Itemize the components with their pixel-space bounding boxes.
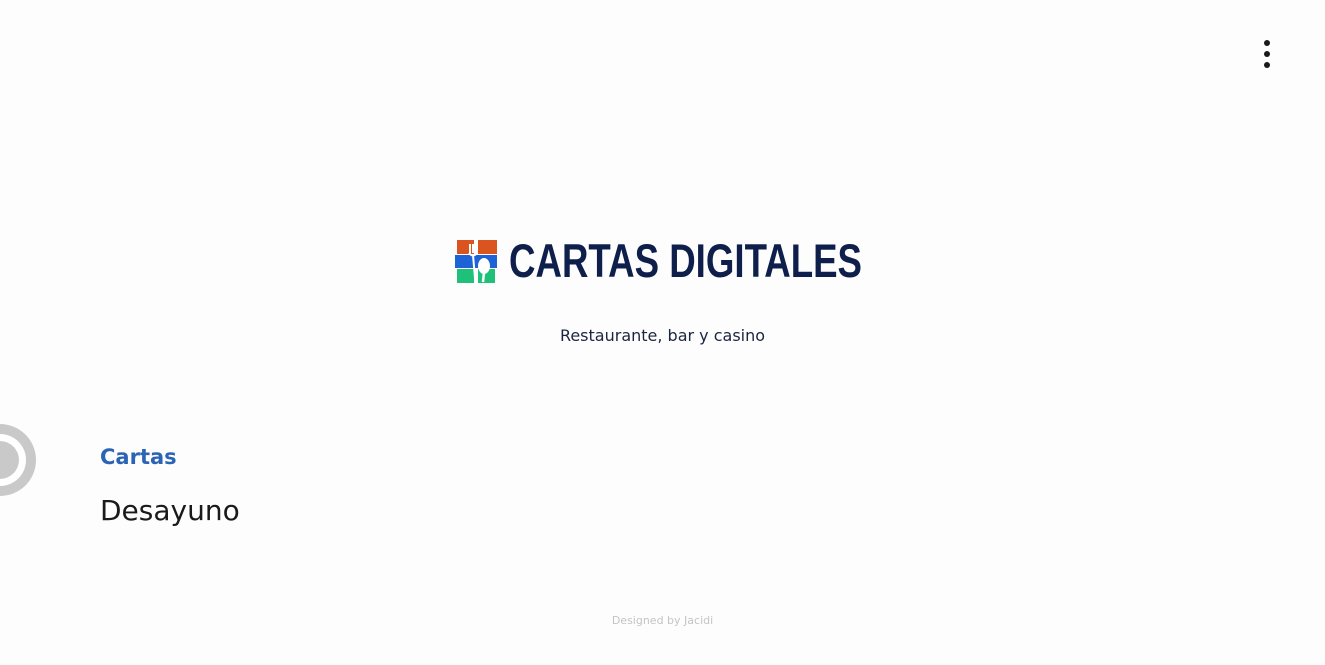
section-title: Cartas — [100, 445, 177, 469]
cutlery-logo-icon — [455, 240, 497, 283]
menu-item-desayuno[interactable]: Desayuno — [100, 494, 240, 527]
circle-toggle-button[interactable] — [0, 424, 36, 496]
circle-toggle-icon — [0, 434, 26, 486]
page: CARTAS DIGITALES Restaurante, bar y casi… — [0, 0, 1325, 665]
circle-toggle-core — [0, 441, 19, 479]
more-options-button[interactable] — [1254, 38, 1280, 70]
brand-subtitle: Restaurante, bar y casino — [559, 326, 766, 345]
more-vertical-icon — [1264, 40, 1270, 46]
footer-credit: Designed by Jacidi — [611, 614, 714, 627]
brand-name: CARTAS DIGITALES — [509, 234, 863, 287]
more-vertical-icon-dot — [1264, 51, 1270, 57]
more-vertical-icon-dot — [1264, 62, 1270, 68]
brand-header: CARTAS DIGITALES — [455, 236, 962, 286]
